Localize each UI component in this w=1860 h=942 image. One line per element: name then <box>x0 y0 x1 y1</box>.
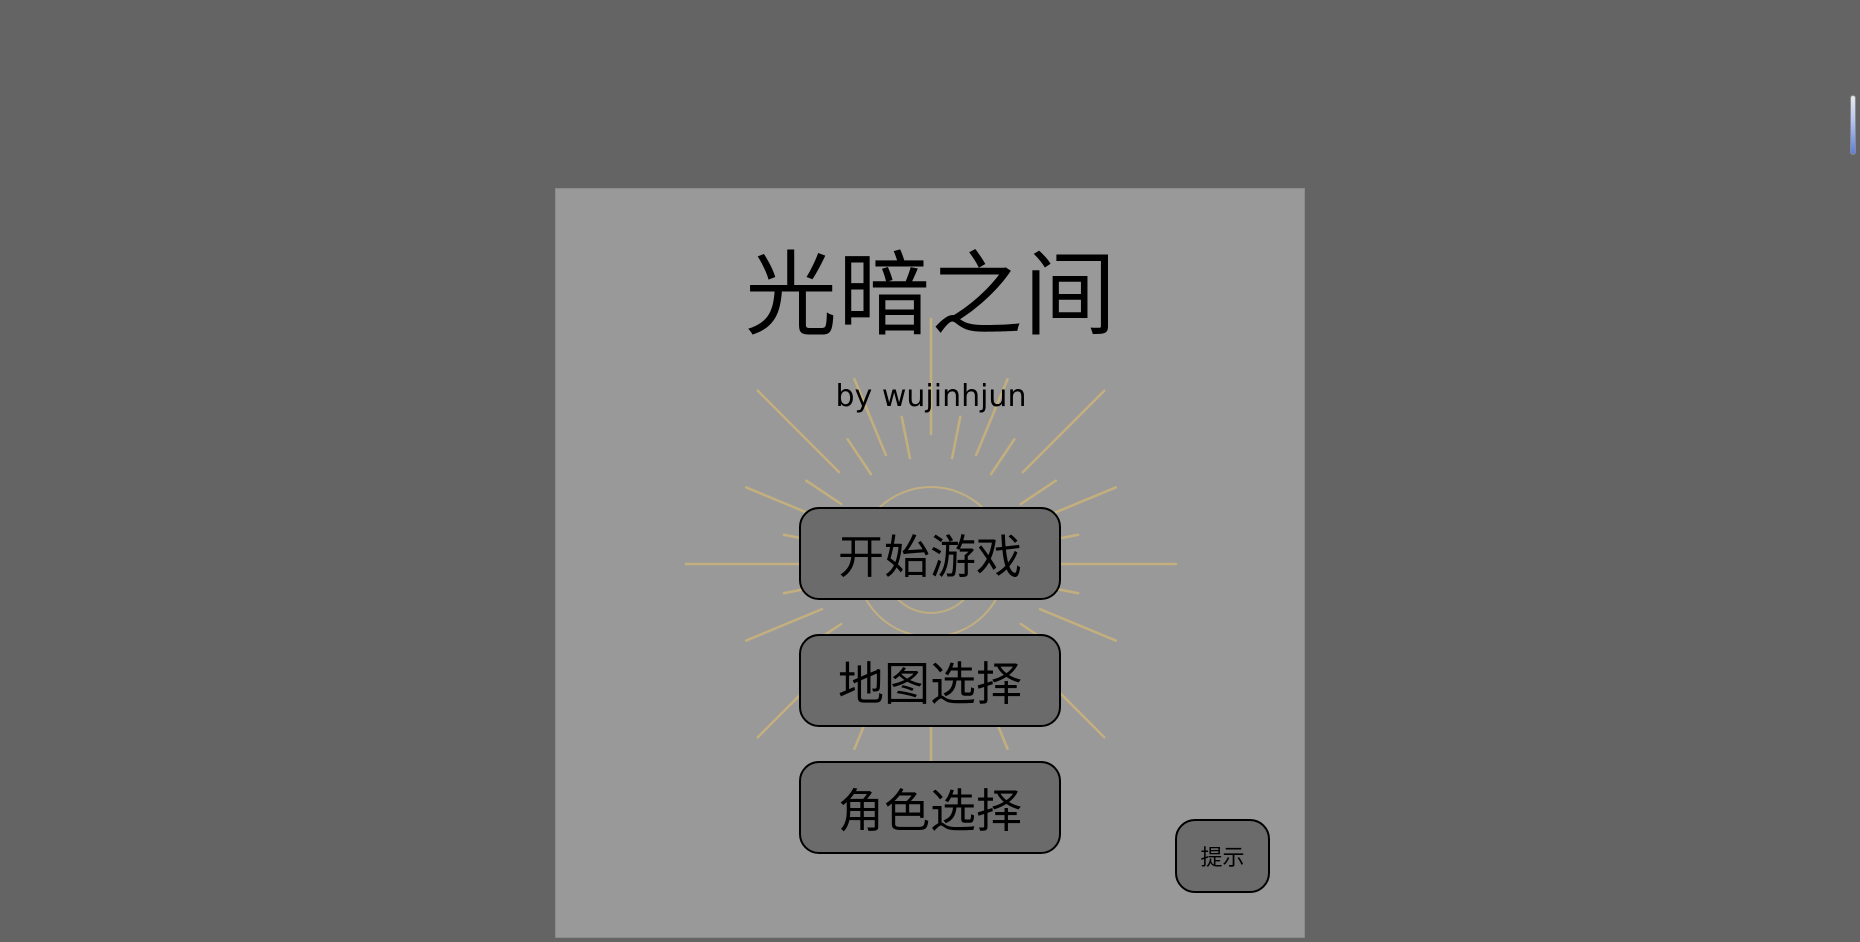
sun-ray <box>1038 607 1118 642</box>
browser-viewport: 光暗之间 by wujinhjun 开始游戏 地图选择 角色选择 提示 <box>0 0 1860 942</box>
author-credit: by wujinhjun <box>835 379 1027 414</box>
hint-button[interactable]: 提示 <box>1175 819 1270 893</box>
sun-ray <box>1019 479 1057 506</box>
start-game-button[interactable]: 开始游戏 <box>799 507 1061 600</box>
sun-ray <box>900 415 912 460</box>
sun-ray <box>805 479 843 506</box>
game-title: 光暗之间 <box>744 242 1117 349</box>
sun-ray <box>846 438 873 476</box>
game-canvas[interactable]: 光暗之间 by wujinhjun 开始游戏 地图选择 角色选择 提示 <box>555 188 1305 938</box>
character-select-button[interactable]: 角色选择 <box>799 761 1061 854</box>
scrollbar-thumb[interactable] <box>1850 95 1856 155</box>
sun-ray <box>950 415 962 460</box>
sun-ray <box>989 438 1016 476</box>
map-select-button[interactable]: 地图选择 <box>799 634 1061 727</box>
